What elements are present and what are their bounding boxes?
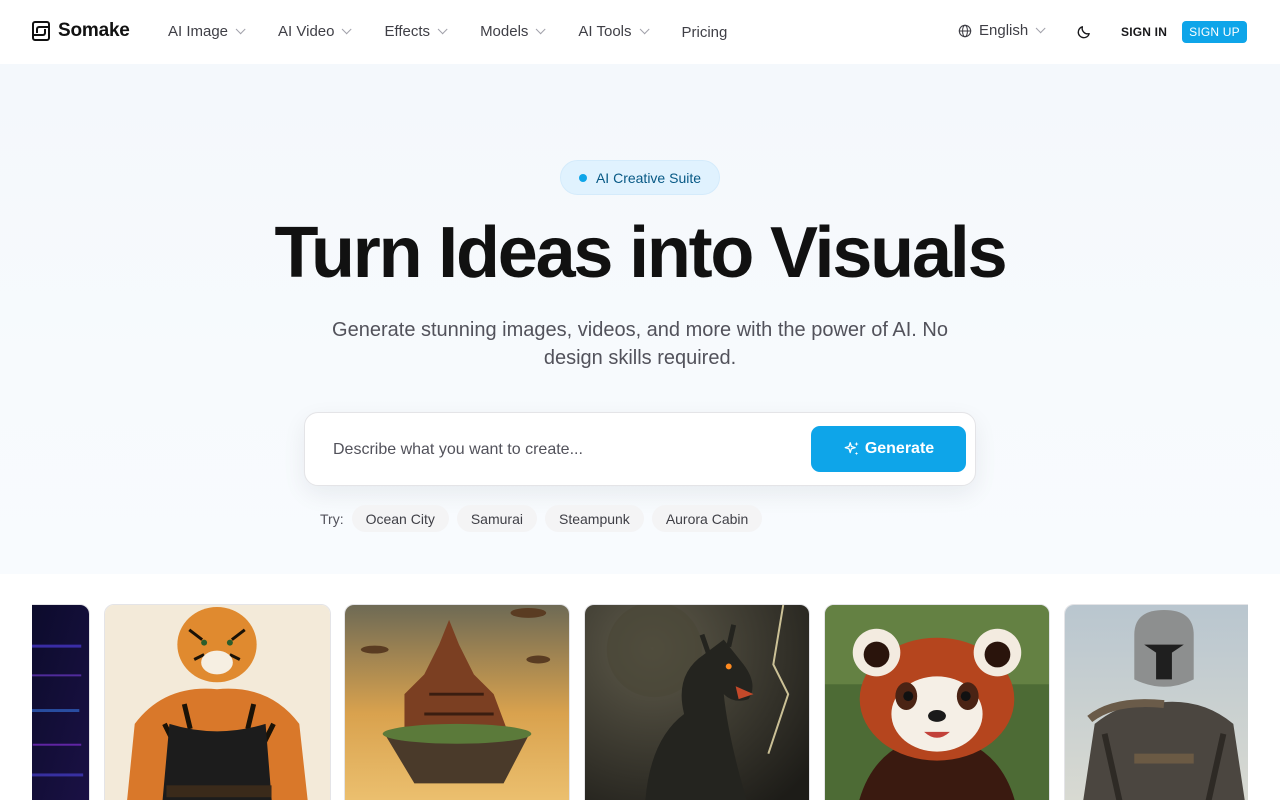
hero-badge: AI Creative Suite [560,160,720,195]
main-nav: AI Image AI Video Effects Models AI Tool… [168,22,763,41]
chevron-down-icon [437,24,448,35]
gallery-card-neon-abstract[interactable] [32,604,90,800]
gallery-card-floating-castle[interactable] [344,604,570,800]
suggestion-chip-steampunk[interactable]: Steampunk [544,505,644,532]
gallery-image [105,605,330,800]
chevron-down-icon [536,24,546,35]
nav-label: Effects [384,23,431,40]
brand-logo[interactable]: Somake [32,20,130,42]
gallery-image [1065,605,1248,800]
hero-title: Turn Ideas into Visuals [274,213,1008,293]
nav-label: AI Tools [578,23,632,40]
gallery-image [32,605,89,800]
sign-in-link[interactable]: SIGN IN [1121,25,1167,39]
gallery-carousel [32,604,1248,800]
language-selector[interactable]: English [958,22,1046,39]
sign-up-button[interactable]: SIGN UP [1182,21,1247,43]
prompt-box: Generate [304,412,976,486]
badge-label: AI Creative Suite [595,169,702,186]
top-header: Somake AI Image AI Video Effects Models … [0,0,1280,64]
gallery-card-dragon[interactable] [584,604,810,800]
brand-name: Somake [58,20,130,41]
language-label: English [979,22,1029,39]
suggestion-chip-ocean-city[interactable]: Ocean City [351,505,449,532]
nav-item-ai-tools[interactable]: AI Tools [578,23,650,40]
nav-label: AI Image [168,23,229,40]
chevron-down-icon [639,24,650,35]
nav-item-effects[interactable]: Effects [384,23,448,40]
chevron-down-icon [235,24,246,35]
nav-label: Models [480,23,529,40]
suggestion-chip-samurai[interactable]: Samurai [456,505,537,532]
moon-icon[interactable] [1076,23,1093,40]
try-suggestions: Try: Ocean City Samurai Steampunk Aurora… [320,505,770,532]
chevron-down-icon [342,24,353,35]
sparkle-icon [844,441,859,456]
gallery-image [345,605,569,800]
gallery-card-armored-bounty-hunter[interactable] [1064,604,1248,800]
nav-item-pricing[interactable]: Pricing [682,24,728,41]
generate-label: Generate [864,440,935,457]
gallery-card-red-panda[interactable] [824,604,1050,800]
gallery-image [825,605,1049,800]
nav-item-models[interactable]: Models [480,23,546,40]
nav-item-ai-video[interactable]: AI Video [278,23,353,40]
generate-button[interactable]: Generate [811,426,966,472]
nav-item-ai-image[interactable]: AI Image [168,23,246,40]
somake-logo-icon [32,21,50,41]
globe-icon [958,24,972,37]
try-label: Try: [320,510,344,527]
prompt-input[interactable] [333,438,803,462]
hero-subtitle: Generate stunning images, videos, and mo… [332,319,948,369]
gallery-image [585,605,809,800]
suggestion-chip-aurora-cabin[interactable]: Aurora Cabin [651,505,763,532]
chevron-down-icon [1035,23,1046,34]
nav-label: AI Video [278,23,335,40]
status-dot-icon [578,173,587,182]
gallery-card-tiger-warrior[interactable] [104,604,331,800]
